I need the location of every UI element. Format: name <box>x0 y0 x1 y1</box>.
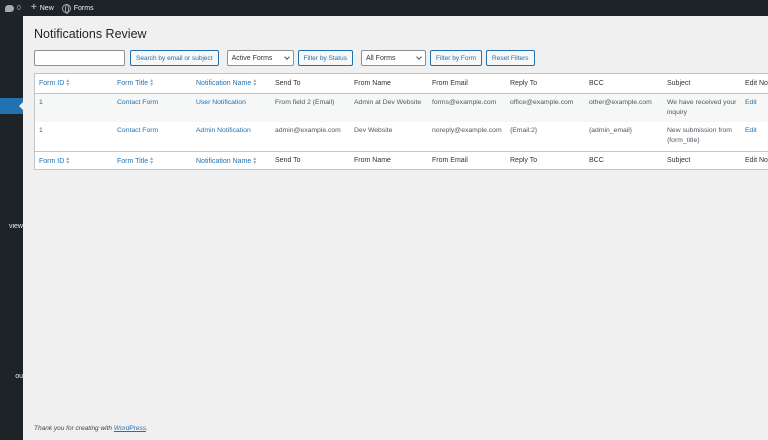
cell-from-email: noreply@example.com <box>432 127 502 134</box>
forms-menu[interactable]: Forms <box>61 3 94 14</box>
wordpress-link[interactable]: WordPress <box>114 425 146 432</box>
cell-reply-to: office@example.com <box>506 93 585 122</box>
column-footer-from-email: From Email <box>428 150 506 169</box>
admin-bar: 0 + New Forms <box>0 0 768 16</box>
column-footer-subject: Subject <box>663 150 741 169</box>
sidebar-item-menu[interactable]: ou <box>0 373 23 380</box>
forms-label: Forms <box>73 4 94 12</box>
new-label: New <box>39 4 54 12</box>
cell-send-to: From field 2 (Email) <box>271 93 350 122</box>
sort-icon: ▴ ▾ <box>150 155 154 166</box>
comments-count: 0 <box>17 4 21 12</box>
comments-menu[interactable]: 0 <box>5 4 21 12</box>
table-footer-row: Form ID ▴ ▾ Form Title ▴ ▾ Notification Name… <box>35 150 768 169</box>
search-button[interactable]: Search by email or subject <box>130 50 219 66</box>
column-header-from-email: From Email <box>428 74 506 94</box>
column-header-form-id[interactable]: Form ID ▴ ▾ <box>35 74 113 94</box>
chevron-down-icon <box>283 54 290 60</box>
new-content-menu[interactable]: + New <box>31 3 54 13</box>
comment-bubble-icon <box>5 4 14 12</box>
cell-form-title-link[interactable]: Contact Form <box>113 93 192 122</box>
notifications-table: Form ID ▴ ▾ Form Title ▴ ▾ Notification Name… <box>35 74 768 169</box>
column-footer-form-title[interactable]: Form Title ▴ ▾ <box>113 150 192 169</box>
cell-from-name: Dev Website <box>354 127 393 134</box>
column-footer-form-id[interactable]: Form ID ▴ ▾ <box>35 150 113 169</box>
footer-thanks-text: Thank you for creating with <box>34 425 114 432</box>
cell-from-email: forms@example.com <box>428 93 506 122</box>
form-select-value: All Forms <box>365 54 396 62</box>
page-title: Notifications Review <box>34 27 147 41</box>
table-row: 1 Contact Form Admin Notification admin@… <box>35 122 768 151</box>
column-label: Notification Name <box>196 157 252 165</box>
status-select[interactable]: Active Forms <box>226 50 294 66</box>
edit-notification-link[interactable]: Edit <box>741 122 768 151</box>
chevron-down-icon <box>416 54 422 60</box>
cell-notification-name-link[interactable]: Admin Notification <box>192 122 271 151</box>
column-header-edit-notification: Edit Notification <box>741 74 768 94</box>
column-footer-bcc: BCC <box>585 150 663 169</box>
column-header-from-name: From Name <box>350 74 428 94</box>
column-label: Form Title <box>117 157 149 165</box>
column-header-notification-name[interactable]: Notification Name ▴ ▾ <box>192 74 271 94</box>
cell-bcc: other@example.com <box>585 93 663 122</box>
cell-send-to: admin@example.com <box>275 127 341 134</box>
column-label: Form Title <box>117 80 149 88</box>
cell-reply-to: {Email:2} <box>510 127 538 134</box>
column-header-form-title[interactable]: Form Title ▴ ▾ <box>113 74 192 94</box>
notifications-table-container: Form ID ▴ ▾ Form Title ▴ ▾ Notification Name… <box>34 73 768 170</box>
filter-by-status-button[interactable]: Filter by Status <box>297 50 353 66</box>
cell-form-title-link[interactable]: Contact Form <box>113 122 192 151</box>
sort-icon: ▴ ▾ <box>253 155 257 166</box>
cell-notification-name-link[interactable]: User Notification <box>192 93 271 122</box>
column-header-subject: Subject <box>663 74 741 94</box>
cell-from-name: Admin at Dev Website <box>350 93 428 122</box>
column-footer-edit-notification: Edit Notification <box>741 150 768 169</box>
column-footer-notification-name[interactable]: Notification Name ▴ ▾ <box>192 150 271 169</box>
filter-by-form-button[interactable]: Filter by Form <box>429 50 483 66</box>
column-label: Notification Name <box>196 80 252 88</box>
column-footer-from-name: From Name <box>350 150 428 169</box>
sidebar-active-item[interactable] <box>0 98 24 114</box>
cell-form-id: 1 <box>39 127 43 134</box>
sort-icon: ▴ ▾ <box>66 78 70 89</box>
column-header-reply-to: Reply To <box>506 74 585 94</box>
sidebar-item-review[interactable]: view <box>0 223 23 230</box>
column-footer-send-to: Send To <box>271 150 350 169</box>
table-header-row: Form ID ▴ ▾ Form Title ▴ ▾ Notification Name… <box>35 74 768 94</box>
sort-icon: ▴ ▾ <box>66 155 70 166</box>
active-indicator-arrow-icon <box>19 101 24 111</box>
form-select[interactable]: All Forms <box>360 50 426 66</box>
search-input[interactable] <box>34 50 125 66</box>
status-select-value: Active Forms <box>231 54 273 62</box>
sort-icon: ▴ ▾ <box>150 78 154 89</box>
column-label: Form ID <box>39 157 65 165</box>
filters-bar: Search by email or subject Active Forms … <box>34 50 535 66</box>
column-header-bcc: BCC <box>585 74 663 94</box>
plus-icon: + <box>30 2 37 13</box>
admin-sidebar: view ou <box>0 16 24 440</box>
cell-form-id: 1 <box>35 93 113 122</box>
column-footer-reply-to: Reply To <box>506 150 585 169</box>
reset-filters-button[interactable]: Reset Filters <box>486 50 535 66</box>
cell-subject: New submission from {form_title} <box>667 127 732 144</box>
cell-bcc: {admin_email} <box>589 127 633 134</box>
sort-icon: ▴ ▾ <box>253 78 257 89</box>
edit-notification-link[interactable]: Edit <box>741 93 768 122</box>
cell-subject: We have received your inquiry <box>663 93 741 122</box>
table-row: 1 Contact Form User Notification From fi… <box>35 93 768 122</box>
footer-suffix: . <box>146 425 148 432</box>
column-header-send-to: Send To <box>271 74 350 94</box>
column-label: Form ID <box>39 80 65 88</box>
admin-footer: Thank you for creating with WordPress. <box>34 425 148 432</box>
globe-icon <box>61 3 71 14</box>
